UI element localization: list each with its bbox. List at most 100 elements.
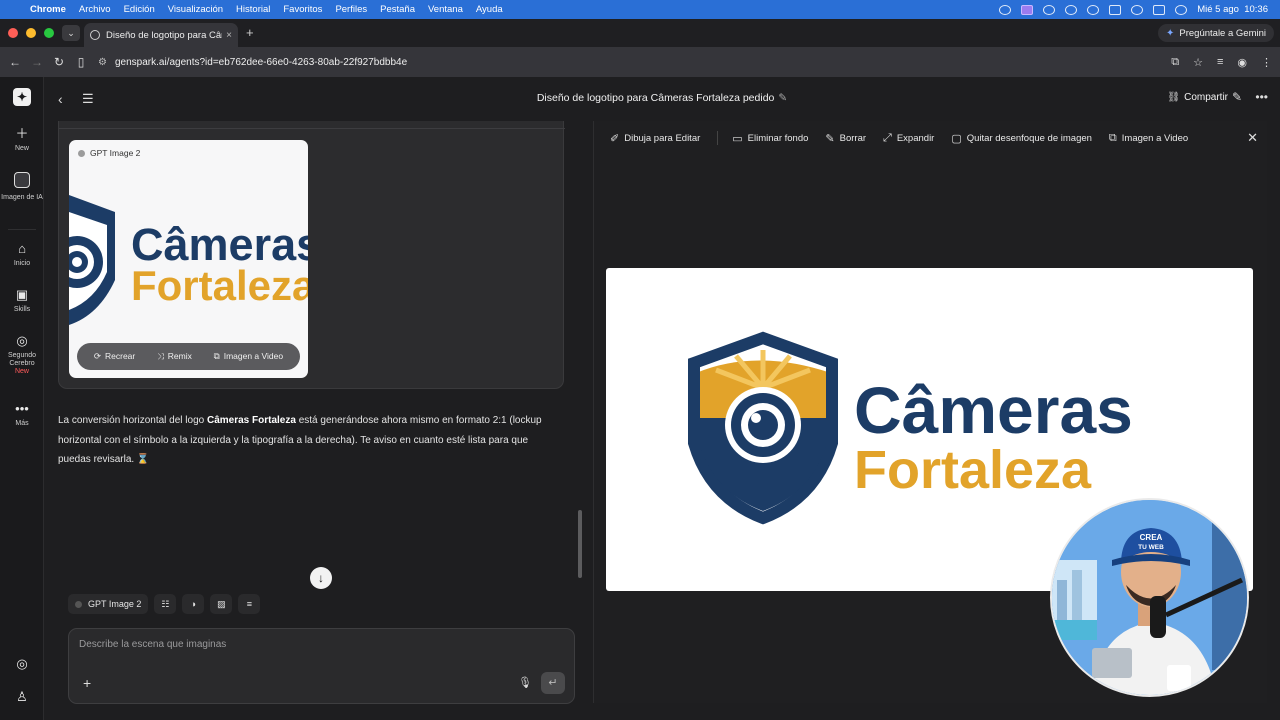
message-text-1: La conversión horizontal del logo	[58, 415, 207, 426]
rail-skills-label: Skills	[13, 305, 31, 313]
cap-text-line1: CREA	[1140, 533, 1163, 542]
generated-image-card: Câmeras Fortaleza GPT Image 2 ⟳ Recrear ⤨…	[58, 121, 565, 389]
wifi-icon[interactable]	[1087, 4, 1100, 15]
menu-visualizacion[interactable]: Visualización	[168, 4, 223, 15]
recreate-button[interactable]: ⟳ Recrear	[94, 351, 135, 362]
battery-icon[interactable]	[1109, 4, 1122, 15]
spotlight-search-icon[interactable]	[1131, 4, 1144, 15]
expand-tool[interactable]: ⤢ Expandir	[883, 132, 934, 145]
address-url[interactable]: genspark.ai/agents?id=eb762dee-66e0-4263…	[115, 57, 407, 68]
reading-list-icon[interactable]: ≡	[1217, 56, 1223, 68]
install-app-icon[interactable]: ⧉	[1171, 56, 1179, 69]
forward-arrow-icon[interactable]: →	[30, 55, 44, 69]
compose-icon[interactable]: ✎	[1232, 90, 1242, 104]
prompt-list-button[interactable]: ≡	[238, 594, 261, 614]
message-bold-brand: Câmeras Fortaleza	[206, 415, 296, 426]
image-icon	[14, 172, 30, 188]
menu-archivo[interactable]: Archivo	[79, 4, 111, 15]
share-button[interactable]: ⛓ Compartir	[1167, 92, 1228, 103]
menu-ventana[interactable]: Ventana	[428, 4, 463, 15]
menu-ayuda[interactable]: Ayuda	[476, 4, 503, 15]
reference-image-button[interactable]: ▨	[210, 594, 233, 614]
image-action-bar: ⟳ Recrear ⤨ Remix ⧉ Imagen a Video	[77, 343, 300, 370]
attach-plus-icon[interactable]: +	[83, 675, 91, 691]
close-panel-icon[interactable]: ✕	[1247, 130, 1258, 146]
screen-record-icon[interactable]	[1021, 4, 1034, 15]
page-title[interactable]: Diseño de logotipo para Câmeras Fortalez…	[44, 92, 1280, 104]
back-arrow-icon[interactable]: ←	[8, 55, 22, 69]
palette-icon: ◑	[190, 599, 197, 609]
generated-image-thumbnail[interactable]: Câmeras Fortaleza GPT Image 2 ⟳ Recrear ⤨…	[69, 140, 308, 378]
side-panel-icon[interactable]: ▯	[74, 55, 88, 69]
new-tab-button[interactable]: +	[246, 25, 254, 40]
chrome-menu-icon[interactable]: ⋮	[1261, 56, 1272, 69]
expand-icon: ⤢	[883, 131, 892, 144]
bookmark-star-icon[interactable]: ☆	[1193, 56, 1203, 69]
active-tab[interactable]: Diseño de logotipo para Câmeras ×	[84, 23, 238, 47]
model-selector[interactable]: GPT Image 2	[68, 594, 149, 614]
brush-icon: ✐	[610, 132, 620, 145]
status-icon-1[interactable]	[999, 4, 1012, 15]
microphone-icon[interactable]: 🎙	[518, 676, 532, 689]
macos-menubar: Chrome Archivo Edición Visualización His…	[0, 0, 1280, 19]
prompt-input[interactable]: Describe la escena que imaginas	[79, 639, 226, 650]
rail-second-brain[interactable]: ◎ Segundo Cerebro New	[0, 333, 44, 376]
settings-sliders-button[interactable]: ☷	[154, 594, 177, 614]
rail-account[interactable]: ♙	[0, 689, 44, 708]
site-info-icon[interactable]: ⚙	[98, 57, 107, 68]
erase-tool[interactable]: ✎ Borrar	[825, 132, 866, 145]
menu-favoritos[interactable]: Favoritos	[283, 4, 322, 15]
rail-new[interactable]: ＋ New	[0, 126, 44, 153]
tab-favicon-icon	[90, 30, 100, 40]
tab-close-icon[interactable]: ×	[226, 30, 232, 41]
send-button[interactable]: ↵	[541, 672, 565, 694]
erase-label: Borrar	[839, 132, 867, 144]
genspark-logo-icon[interactable]: ✦	[13, 88, 31, 106]
draw-edit-tool[interactable]: ✐ Dibuja para Editar	[610, 132, 700, 145]
tab-search-button[interactable]: ⌄	[62, 25, 80, 41]
play-icon[interactable]	[1065, 4, 1078, 15]
reload-icon[interactable]: ↻	[52, 55, 66, 69]
control-center-icon[interactable]	[1153, 4, 1166, 15]
pencil-icon[interactable]: ✎	[778, 92, 787, 104]
menu-perfiles[interactable]: Perfiles	[335, 4, 367, 15]
rail-ai-image[interactable]: Imagen de IA	[0, 172, 44, 202]
status-icon-2[interactable]	[1043, 4, 1056, 15]
share-label: Compartir	[1184, 92, 1228, 103]
menu-pestana[interactable]: Pestaña	[380, 4, 415, 15]
rail-skills[interactable]: ▣ Skills	[0, 287, 44, 314]
preview-line2: Fortaleza	[854, 440, 1092, 500]
address-bar[interactable]: ⚙ genspark.ai/agents?id=eb762dee-66e0-42…	[98, 57, 407, 68]
scroll-down-button[interactable]: ↓	[310, 567, 332, 589]
link-icon: ⛓	[1167, 92, 1181, 103]
remix-button[interactable]: ⤨ Remix	[157, 351, 192, 362]
prompt-composer[interactable]: Describe la escena que imaginas + 🎙 ↵	[68, 628, 575, 704]
rail-home[interactable]: ⌂ Inicio	[0, 241, 44, 268]
gemini-sparkle-icon: ✦	[1166, 27, 1175, 39]
rail-more-label: Más	[15, 419, 29, 427]
menu-edicion[interactable]: Edición	[124, 4, 155, 15]
remove-bg-icon: ▭	[732, 132, 743, 145]
menu-historial[interactable]: Historial	[236, 4, 270, 15]
image-to-video-tool[interactable]: ⧉ Imagen a Video	[1109, 132, 1188, 145]
style-button[interactable]: ◑	[182, 594, 205, 614]
cap-text-line2: TU WEB	[1138, 544, 1164, 551]
window-zoom-button[interactable]	[44, 28, 54, 38]
card-divider	[59, 128, 565, 129]
window-minimize-button[interactable]	[26, 28, 36, 38]
remove-bg-tool[interactable]: ▭ Eliminar fondo	[732, 132, 808, 145]
more-options-icon[interactable]: •••	[1255, 90, 1268, 104]
chat-scrollbar[interactable]	[578, 510, 582, 578]
menubar-clock[interactable]: Mié 5 ago 10:36	[1197, 4, 1268, 15]
window-close-button[interactable]	[8, 28, 18, 38]
unblur-tool[interactable]: ▢ Quitar desenfoque de imagen	[951, 132, 1092, 145]
menu-app-name[interactable]: Chrome	[30, 4, 66, 15]
image-to-video-button[interactable]: ⧉ Imagen a Video	[214, 351, 283, 362]
rail-more[interactable]: ••• Más	[0, 401, 44, 428]
image-tools-bar: ✐ Dibuja para Editar ▭ Eliminar fondo ✎ Bor…	[594, 121, 1268, 155]
profile-avatar-icon[interactable]: ◉	[1237, 56, 1247, 69]
gemini-button[interactable]: ✦ Pregúntale a Gemini	[1158, 24, 1274, 42]
rail-notifications[interactable]: ◎	[0, 656, 44, 675]
thumbnail-line2: Fortaleza	[131, 262, 308, 309]
siri-icon[interactable]	[1175, 4, 1188, 15]
